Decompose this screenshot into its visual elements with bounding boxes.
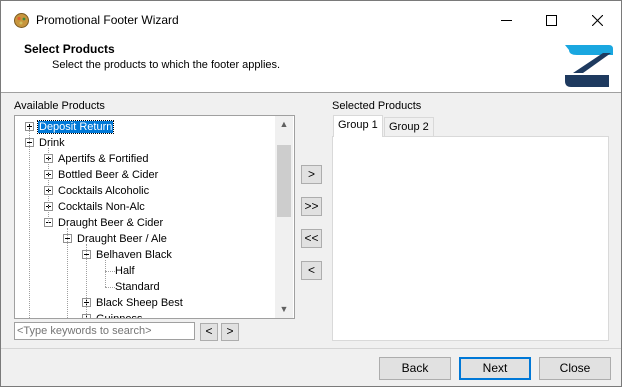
- minimize-icon: [500, 19, 512, 21]
- add-button[interactable]: >: [301, 165, 322, 184]
- tree-node-label: Bottled Beer & Cider: [58, 169, 159, 181]
- selected-products-label: Selected Products: [332, 100, 422, 112]
- search-prev-button[interactable]: <: [200, 323, 218, 341]
- tree-node-label: Drink: [39, 137, 65, 149]
- tree-line: [105, 287, 115, 288]
- page-title: Select Products: [24, 42, 115, 56]
- tree-node[interactable]: Black Sheep Best: [82, 295, 184, 311]
- tree-node[interactable]: Belhaven Black: [82, 247, 173, 263]
- title-bar: Promotional Footer Wizard: [1, 1, 621, 39]
- next-button[interactable]: Next: [459, 357, 531, 380]
- tree-node-label: Deposit Return: [36, 120, 115, 134]
- available-products-label: Available Products: [14, 100, 105, 112]
- tree-node[interactable]: Draught Beer & Cider: [44, 215, 164, 231]
- tree-node[interactable]: Draught Beer / Ale: [63, 231, 168, 247]
- search-input[interactable]: [17, 324, 192, 338]
- product-tree[interactable]: ▲ ▼ Deposit Return Drink Apertifs & Fortif…: [14, 115, 295, 319]
- tree-node[interactable]: Drink: [25, 135, 66, 151]
- tree-node[interactable]: Deposit Return: [25, 119, 115, 135]
- back-button[interactable]: Back: [379, 357, 451, 380]
- scroll-thumb[interactable]: [277, 145, 291, 217]
- tree-node[interactable]: Cocktails Alcoholic: [44, 183, 150, 199]
- tree-node[interactable]: Bottled Beer & Cider: [44, 167, 159, 183]
- remove-button[interactable]: <: [301, 261, 322, 280]
- search-next-button[interactable]: >: [221, 323, 239, 341]
- tree-line: [105, 271, 115, 272]
- search-field[interactable]: [14, 322, 195, 340]
- window-title: Promotional Footer Wizard: [36, 13, 179, 27]
- maximize-button[interactable]: [528, 1, 574, 39]
- tree-line: [86, 244, 87, 318]
- tree-scrollbar[interactable]: ▲ ▼: [275, 116, 293, 318]
- scroll-down-icon[interactable]: ▼: [275, 301, 293, 318]
- minimize-button[interactable]: [483, 1, 529, 39]
- tree-node[interactable]: Guinness: [82, 311, 143, 319]
- tree-node-label: Black Sheep Best: [96, 297, 183, 309]
- tree-line: [48, 148, 49, 223]
- close-button[interactable]: Close: [539, 357, 611, 380]
- wizard-window: Promotional Footer Wizard Select Product…: [0, 0, 622, 387]
- tree-line: [67, 228, 68, 318]
- wizard-header: Select Products Select the products to w…: [1, 39, 621, 93]
- maximize-icon: [545, 14, 557, 26]
- add-all-button[interactable]: >>: [301, 197, 322, 216]
- tab-group-2[interactable]: Group 2: [384, 117, 434, 136]
- brand-logo: [565, 45, 613, 87]
- selected-products-tabs: Group 1 Group 2: [332, 115, 609, 341]
- scroll-up-icon[interactable]: ▲: [275, 116, 293, 133]
- tab-group-1[interactable]: Group 1: [333, 115, 383, 137]
- tree-node-label: Belhaven Black: [96, 249, 172, 261]
- tree-node-label: Standard: [115, 281, 160, 293]
- tree-node[interactable]: Cocktails Non-Alc: [44, 199, 146, 215]
- tree-node-label: Draught Beer & Cider: [58, 217, 164, 229]
- footer-divider: [1, 348, 621, 349]
- tree-node-label: Cocktails Non-Alc: [58, 201, 145, 213]
- close-icon: [591, 14, 603, 26]
- selected-products-panel: [332, 136, 609, 341]
- tree-line: [105, 260, 106, 287]
- tree-node-label: Cocktails Alcoholic: [58, 185, 150, 197]
- remove-all-button[interactable]: <<: [301, 229, 322, 248]
- tree-node-label: Draught Beer / Ale: [77, 233, 167, 245]
- close-window-button[interactable]: [574, 1, 620, 39]
- tree-node-label: Half: [115, 265, 135, 277]
- page-subtitle: Select the products to which the footer …: [52, 59, 281, 71]
- tree-node-label: Guinness: [96, 313, 143, 319]
- tree-node-label: Apertifs & Fortified: [58, 153, 149, 165]
- app-icon: [14, 13, 29, 28]
- tree-node[interactable]: Apertifs & Fortified: [44, 151, 149, 167]
- tree-line: [29, 127, 30, 318]
